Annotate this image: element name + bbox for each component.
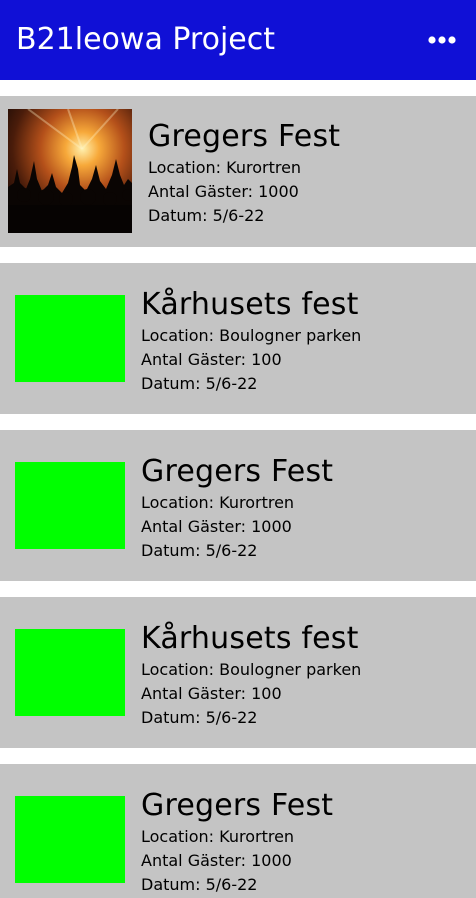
app-bar: B21leowa Project [0, 0, 476, 80]
more-options-button[interactable] [424, 26, 460, 54]
event-card[interactable]: Kårhusets fest Location: Boulogner parke… [0, 263, 476, 414]
event-title: Gregers Fest [141, 454, 334, 489]
event-image-concert [8, 109, 132, 233]
event-title: Gregers Fest [148, 119, 341, 154]
event-guests: Antal Gäster: 1000 [141, 517, 292, 536]
more-horizontal-icon [428, 36, 456, 44]
event-details: Gregers Fest Location: Kurortren Antal G… [141, 453, 333, 563]
event-title: Kårhusets fest [141, 621, 359, 656]
event-image-placeholder [15, 462, 125, 549]
event-location: Location: Boulogner parken [141, 326, 362, 345]
event-details: Gregers Fest Location: Kurortren Antal G… [141, 787, 333, 897]
event-location: Location: Boulogner parken [141, 660, 362, 679]
event-date: Datum: 5/6-22 [141, 374, 258, 393]
event-card[interactable]: Gregers Fest Location: Kurortren Antal G… [0, 430, 476, 581]
event-details: Kårhusets fest Location: Boulogner parke… [141, 620, 361, 730]
event-image-placeholder [15, 295, 125, 382]
event-card[interactable]: Gregers Fest Location: Kurortren Antal G… [0, 96, 476, 247]
event-date: Datum: 5/6-22 [141, 541, 258, 560]
event-title: Gregers Fest [141, 788, 334, 823]
event-date: Datum: 5/6-22 [141, 875, 258, 894]
event-details: Kårhusets fest Location: Boulogner parke… [141, 286, 361, 396]
event-guests: Antal Gäster: 100 [141, 350, 282, 369]
event-date: Datum: 5/6-22 [141, 708, 258, 727]
event-location: Location: Kurortren [141, 493, 295, 512]
event-image-placeholder [15, 796, 125, 883]
event-location: Location: Kurortren [141, 827, 295, 846]
event-guests: Antal Gäster: 100 [141, 684, 282, 703]
event-card[interactable]: Gregers Fest Location: Kurortren Antal G… [0, 764, 476, 898]
event-details: Gregers Fest Location: Kurortren Antal G… [148, 118, 340, 228]
event-location: Location: Kurortren [148, 158, 302, 177]
event-image-placeholder [15, 629, 125, 716]
event-date: Datum: 5/6-22 [148, 206, 265, 225]
event-guests: Antal Gäster: 1000 [148, 182, 299, 201]
event-guests: Antal Gäster: 1000 [141, 851, 292, 870]
event-card[interactable]: Kårhusets fest Location: Boulogner parke… [0, 597, 476, 748]
app-title: B21leowa Project [16, 22, 275, 57]
event-title: Kårhusets fest [141, 287, 359, 322]
